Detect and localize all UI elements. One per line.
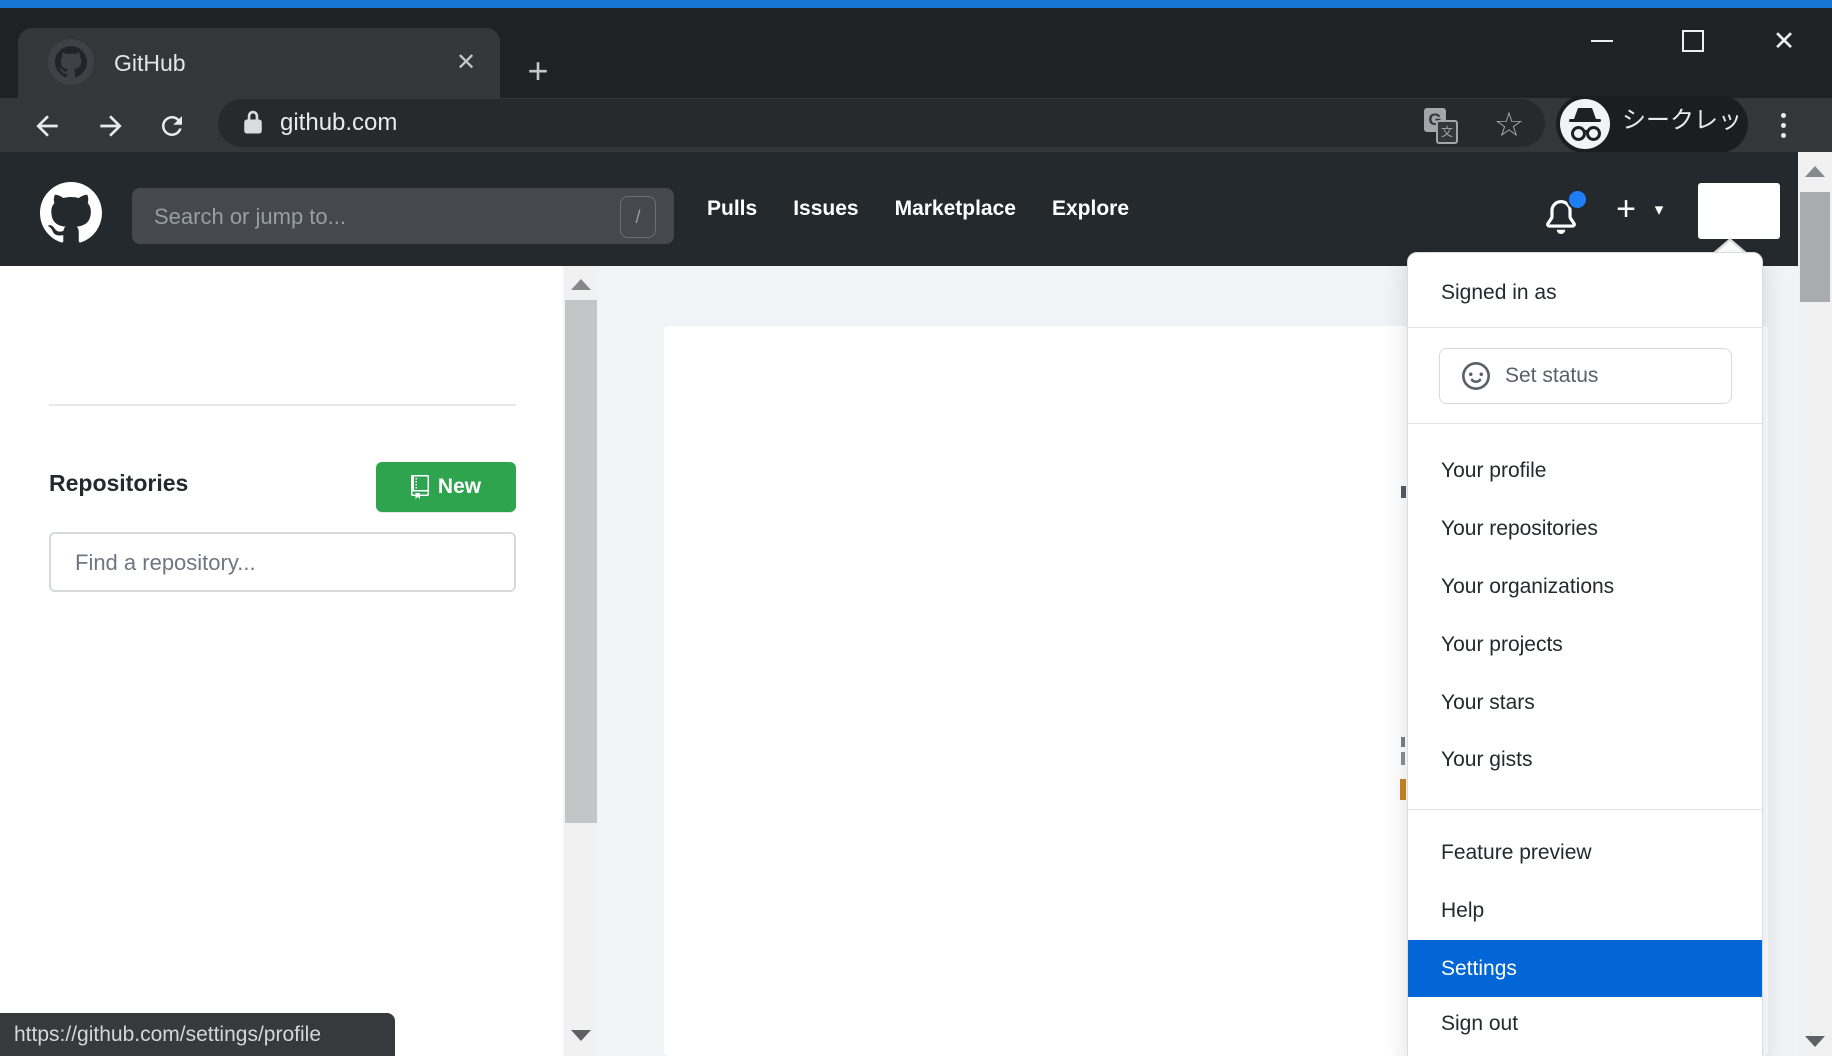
- menu-item-your-gists[interactable]: Your gists: [1408, 731, 1762, 789]
- browser-window: GitHub ✕ + ✕ github.com G 文 ☆: [0, 0, 1832, 1056]
- hidden-content-fragment: [1401, 486, 1406, 498]
- search-input[interactable]: [152, 188, 596, 246]
- user-avatar[interactable]: [1698, 183, 1780, 239]
- set-status-button[interactable]: Set status: [1439, 348, 1732, 404]
- find-repository-field[interactable]: [49, 532, 516, 592]
- menu-item-your-projects[interactable]: Your projects: [1408, 616, 1762, 674]
- window-close-button[interactable]: ✕: [1749, 16, 1819, 66]
- bookmark-star-icon[interactable]: ☆: [1486, 100, 1532, 150]
- menu-divider: [1408, 809, 1762, 810]
- incognito-badge: シークレット: [1556, 95, 1748, 153]
- nav-explore[interactable]: Explore: [1052, 197, 1129, 221]
- incognito-label: シークレット: [1622, 95, 1748, 147]
- github-nav: Pulls Issues Marketplace Explore: [707, 152, 1129, 266]
- slash-key-badge: /: [620, 196, 656, 238]
- translate-icon[interactable]: G 文: [1424, 106, 1458, 144]
- create-new-plus-icon[interactable]: +: [1608, 182, 1644, 236]
- menu-item-settings[interactable]: Settings: [1408, 940, 1762, 997]
- browser-menu-icon[interactable]: [1768, 106, 1798, 144]
- new-repository-button[interactable]: New: [376, 462, 516, 512]
- menu-item-your-organizations[interactable]: Your organizations: [1408, 558, 1762, 616]
- set-status-label: Set status: [1505, 364, 1598, 388]
- menu-item-feature-preview[interactable]: Feature preview: [1408, 824, 1762, 882]
- hidden-content-fragment: [1401, 752, 1405, 765]
- tab-bar: GitHub ✕ + ✕: [0, 8, 1832, 98]
- new-tab-button[interactable]: +: [516, 50, 560, 94]
- hidden-content-fragment: [1401, 737, 1405, 747]
- reload-button[interactable]: [150, 104, 194, 148]
- nav-marketplace[interactable]: Marketplace: [895, 197, 1016, 221]
- notification-dot: [1567, 189, 1588, 210]
- browser-scrollbar-thumb[interactable]: [1800, 192, 1830, 302]
- link-status-bubble: https://github.com/settings/profile: [0, 1013, 395, 1056]
- hidden-content-fragment: [1400, 779, 1406, 800]
- nav-issues[interactable]: Issues: [793, 197, 858, 221]
- menu-item-your-stars[interactable]: Your stars: [1408, 674, 1762, 732]
- menu-divider: [1408, 327, 1762, 328]
- scroll-down-arrow-icon[interactable]: [1805, 1036, 1825, 1047]
- smiley-icon: [1462, 362, 1490, 390]
- github-header: / Pulls Issues Marketplace Explore + ▾: [0, 152, 1798, 266]
- github-favicon-icon: [48, 39, 94, 85]
- user-dropdown-menu: Signed in as Set status Your profile You…: [1407, 252, 1763, 1056]
- menu-divider: [1408, 423, 1762, 424]
- repositories-heading: Repositories: [49, 470, 188, 497]
- back-button[interactable]: [25, 104, 69, 148]
- signed-in-as-label: Signed in as: [1408, 264, 1762, 322]
- sidebar-divider: [49, 404, 516, 406]
- incognito-icon: [1560, 99, 1610, 149]
- menu-item-your-repositories[interactable]: Your repositories: [1408, 500, 1762, 558]
- menu-item-your-profile[interactable]: Your profile: [1408, 442, 1762, 500]
- url-text: github.com: [280, 99, 397, 147]
- lock-icon[interactable]: [242, 109, 264, 142]
- menu-item-sign-out[interactable]: Sign out: [1408, 995, 1762, 1053]
- browser-toolbar: github.com G 文 ☆ シークレット: [0, 98, 1832, 152]
- address-bar[interactable]: github.com: [218, 99, 1545, 147]
- new-button-label: New: [438, 475, 481, 499]
- find-repository-input[interactable]: [73, 534, 497, 592]
- forward-button[interactable]: [89, 104, 133, 148]
- create-new-caret-icon[interactable]: ▾: [1646, 190, 1672, 230]
- tab-title: GitHub: [114, 28, 186, 98]
- window-minimize-button[interactable]: [1567, 16, 1637, 66]
- tab-close-icon[interactable]: ✕: [436, 28, 496, 98]
- window-top-accent: [0, 0, 1832, 8]
- window-maximize-button[interactable]: [1658, 16, 1728, 66]
- github-logo-icon[interactable]: [40, 182, 102, 244]
- browser-tab[interactable]: GitHub ✕: [18, 28, 500, 98]
- scroll-down-arrow-icon[interactable]: [571, 1030, 591, 1041]
- repo-icon: [411, 475, 429, 499]
- github-search-box[interactable]: /: [132, 188, 674, 244]
- scroll-up-arrow-icon[interactable]: [1805, 166, 1825, 177]
- scroll-up-arrow-icon[interactable]: [571, 279, 591, 290]
- content-scrollbar-thumb[interactable]: [565, 300, 597, 823]
- nav-pulls[interactable]: Pulls: [707, 197, 757, 221]
- menu-item-help[interactable]: Help: [1408, 882, 1762, 940]
